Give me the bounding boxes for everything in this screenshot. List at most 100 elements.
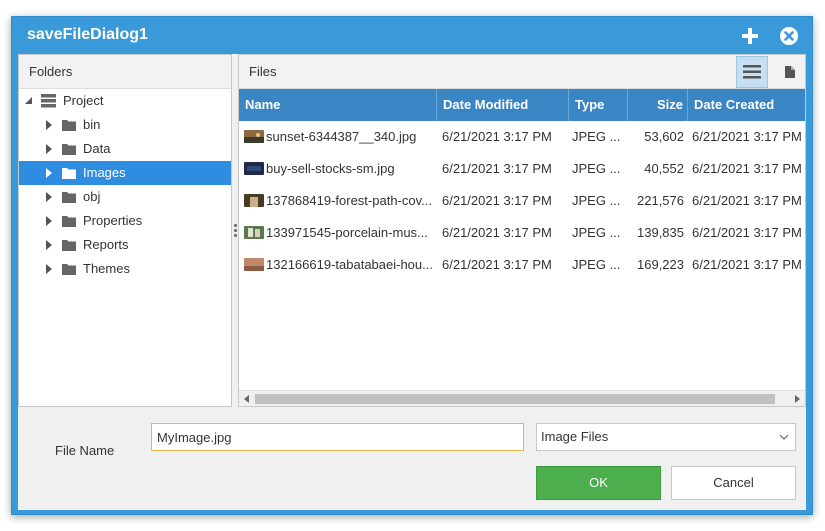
cell-type: JPEG ... [572,225,621,240]
table-row[interactable]: sunset-6344387__340.jpg 6/21/2021 3:17 P… [239,121,805,153]
tree-item-label: Properties [83,213,143,228]
cell-date-modified: 6/21/2021 3:17 PM [442,193,552,208]
cell-type: JPEG ... [572,257,621,272]
folder-icon [62,168,76,179]
cell-date-modified: 6/21/2021 3:17 PM [442,257,552,272]
chevron-down-icon [779,434,789,440]
collapsed-arrow-icon[interactable] [44,137,54,161]
folders-header: Folders [19,55,231,89]
column-header-date-modified[interactable]: Date Modified [437,89,569,121]
save-file-dialog: saveFileDialog1 Folders Project bin Data… [11,16,813,515]
tree-item-data[interactable]: Data [19,137,231,161]
cell-name: 133971545-porcelain-mus... [266,225,428,240]
column-header-type[interactable]: Type [569,89,628,121]
file-type-select[interactable]: Image Files [536,423,796,451]
cell-date-modified: 6/21/2021 3:17 PM [442,129,552,144]
cell-size: 221,576 [637,193,684,208]
tree-item-label: Reports [83,237,129,252]
cell-size: 40,552 [644,161,684,176]
add-icon[interactable] [740,26,760,46]
collapsed-arrow-icon[interactable] [44,257,54,281]
expanded-arrow-icon[interactable] [24,89,34,113]
cell-name: 132166619-tabatabaei-hou... [266,257,433,272]
horizontal-scrollbar[interactable] [239,390,805,406]
tree-item-label: Data [83,141,111,156]
image-thumbnail-icon [244,258,264,271]
tree-item-label: Themes [83,261,130,276]
cell-date-created: 6/21/2021 3:17 PM [692,257,802,272]
tree-item-properties[interactable]: Properties [19,209,231,233]
image-thumbnail-icon [244,226,264,239]
cell-name: sunset-6344387__340.jpg [266,129,417,144]
cell-name: buy-sell-stocks-sm.jpg [266,161,395,176]
file-name-input[interactable] [151,423,524,451]
file-type-value: Image Files [541,429,609,444]
collapsed-arrow-icon[interactable] [44,185,54,209]
file-name-label: File Name [55,443,115,458]
cell-size: 139,835 [637,225,684,240]
collapsed-arrow-icon[interactable] [44,161,54,185]
ok-button[interactable]: OK [536,466,661,500]
tree-item-label: obj [83,189,101,204]
tree-item-reports[interactable]: Reports [19,233,231,257]
dialog-titlebar[interactable]: saveFileDialog1 [12,17,812,53]
table-row[interactable]: 137868419-forest-path-cov... 6/21/2021 3… [239,185,805,217]
cell-date-created: 6/21/2021 3:17 PM [692,225,802,240]
folder-icon [62,240,76,251]
details-view-button[interactable] [736,56,768,88]
collapsed-arrow-icon[interactable] [44,233,54,257]
scroll-right-icon[interactable] [789,391,805,407]
icon-view-button[interactable] [774,56,806,88]
cell-date-created: 6/21/2021 3:17 PM [692,129,802,144]
files-pane: Files Name Date Modified Type Size Date … [238,54,806,407]
table-row[interactable]: buy-sell-stocks-sm.jpg 6/21/2021 3:17 PM… [239,153,805,185]
cell-size: 53,602 [644,129,684,144]
tree-item-obj[interactable]: obj [19,185,231,209]
file-icon [785,66,795,78]
column-header-date-created[interactable]: Date Created [688,89,805,121]
file-grid: sunset-6344387__340.jpg 6/21/2021 3:17 P… [239,121,805,391]
tree-item-label: bin [83,117,101,132]
column-header-size[interactable]: Size [628,89,688,121]
tree-item-label: Images [83,165,126,180]
table-row[interactable]: 133971545-porcelain-mus... 6/21/2021 3:1… [239,217,805,249]
tree-item-images[interactable]: Images [19,161,231,185]
folder-icon [62,264,76,275]
cell-type: JPEG ... [572,129,621,144]
folder-icon [62,144,76,155]
collapsed-arrow-icon[interactable] [44,113,54,137]
scrollbar-thumb[interactable] [255,394,775,404]
folder-tree: Project bin Data Images obj Properties R… [19,89,231,281]
tree-root-label: Project [63,93,104,108]
scroll-left-icon[interactable] [239,391,255,407]
project-icon [41,94,56,108]
image-thumbnail-icon [244,162,264,175]
cell-type: JPEG ... [572,161,621,176]
cell-date-modified: 6/21/2021 3:17 PM [442,161,552,176]
files-header-label: Files [249,64,277,79]
collapsed-arrow-icon[interactable] [44,209,54,233]
dialog-title: saveFileDialog1 [27,26,148,43]
cell-date-created: 6/21/2021 3:17 PM [692,161,802,176]
table-row[interactable]: 132166619-tabatabaei-hou... 6/21/2021 3:… [239,249,805,281]
cell-date-created: 6/21/2021 3:17 PM [692,193,802,208]
folder-icon [62,192,76,203]
list-view-icon [743,65,761,79]
cancel-button[interactable]: Cancel [671,466,796,500]
image-thumbnail-icon [244,130,264,143]
files-header: Files [239,55,805,89]
folder-icon [62,216,76,227]
column-header-name[interactable]: Name [239,89,437,121]
cell-size: 169,223 [637,257,684,272]
close-icon[interactable] [779,26,799,46]
file-grid-header: Name Date Modified Type Size Date Create… [239,89,805,121]
folder-icon [62,120,76,131]
cell-type: JPEG ... [572,193,621,208]
dialog-body: Folders Project bin Data Images obj Prop… [18,54,806,510]
tree-root-project[interactable]: Project [19,89,231,113]
tree-item-bin[interactable]: bin [19,113,231,137]
image-thumbnail-icon [244,194,264,207]
tree-item-themes[interactable]: Themes [19,257,231,281]
cell-date-modified: 6/21/2021 3:17 PM [442,225,552,240]
cell-name: 137868419-forest-path-cov... [266,193,432,208]
